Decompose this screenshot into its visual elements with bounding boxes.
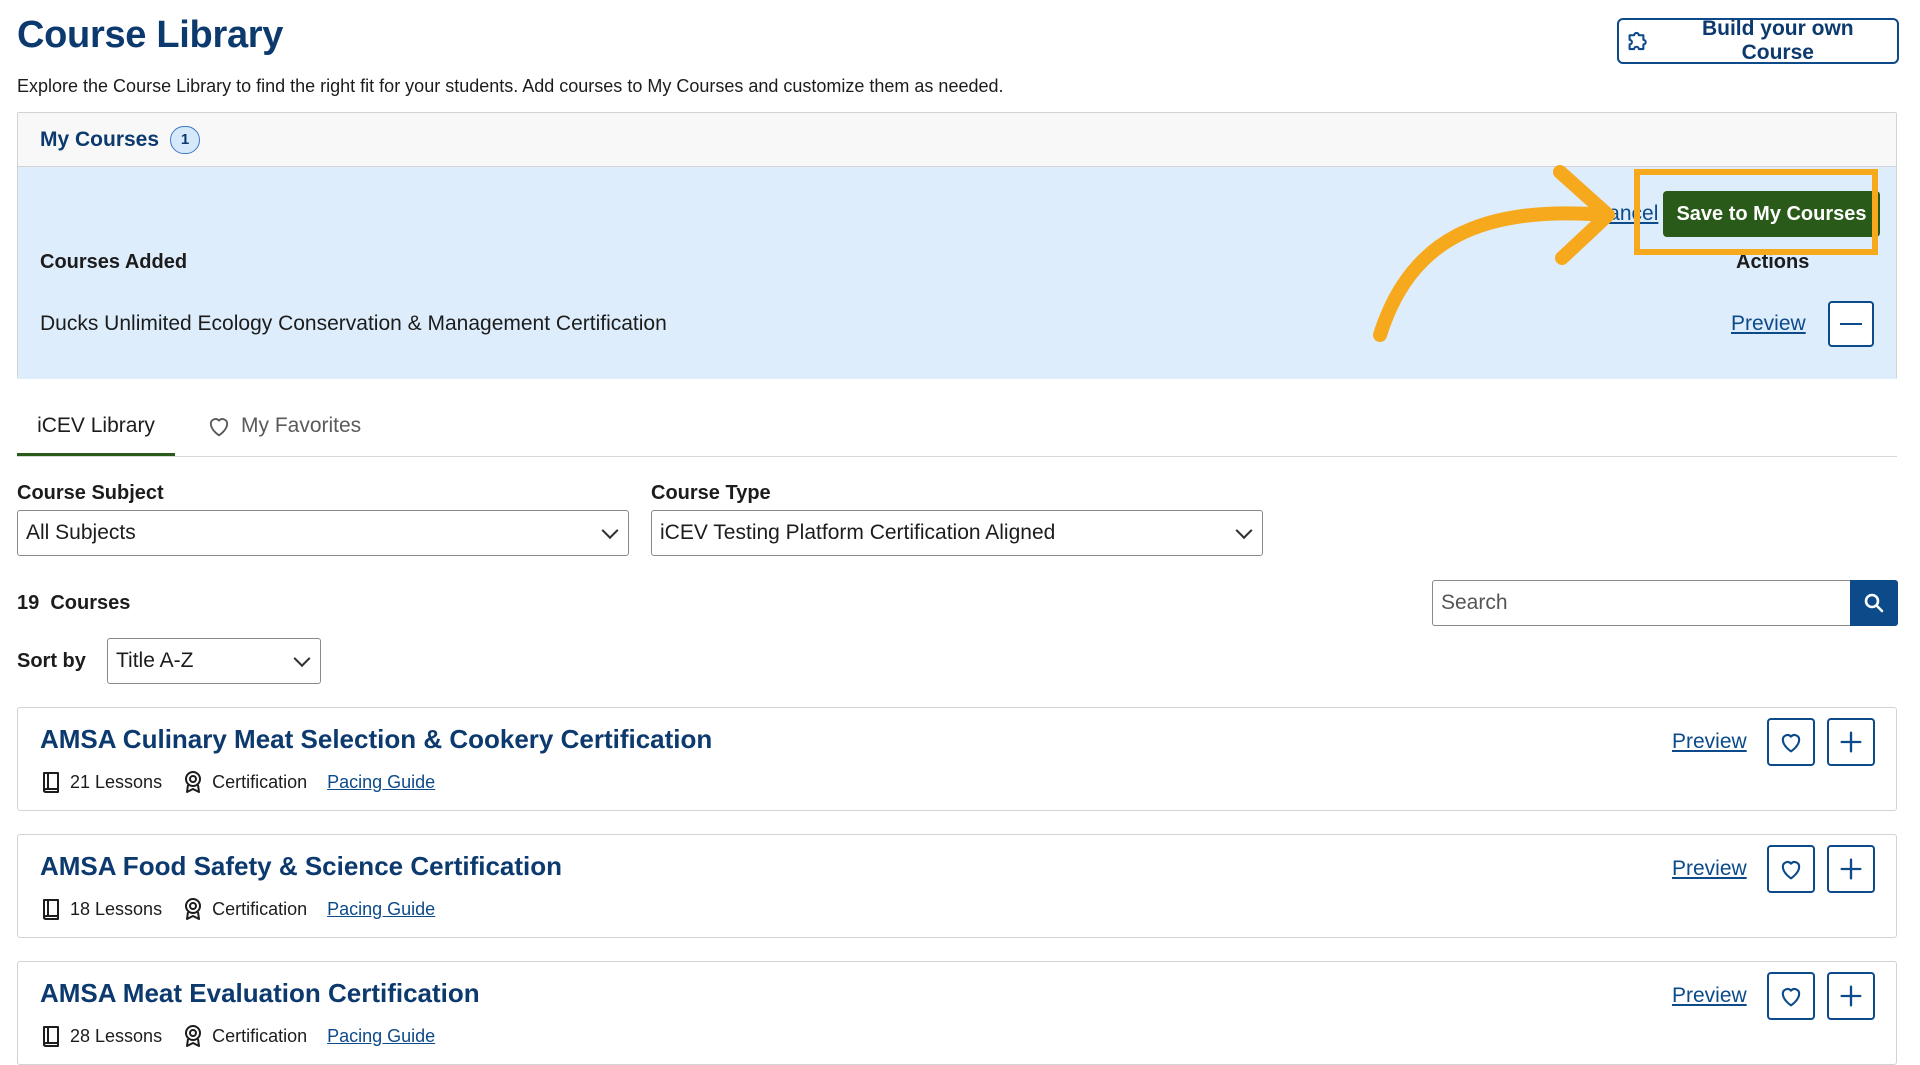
my-courses-body: Cancel Save to My Courses Courses Added …	[18, 167, 1896, 379]
build-course-button[interactable]: Build your own Course	[1617, 17, 1899, 64]
remove-course-button[interactable]	[1828, 301, 1874, 347]
certificate-icon	[185, 1025, 202, 1047]
course-preview-link[interactable]: Preview	[1672, 730, 1747, 754]
search-icon	[1864, 593, 1884, 613]
lessons-count: 21 Lessons	[40, 770, 162, 794]
actions-label: Actions	[1736, 251, 1810, 273]
course-type-value: iCEV Testing Platform Certification Alig…	[660, 521, 1056, 544]
lessons-count: 18 Lessons	[40, 897, 162, 921]
cancel-link[interactable]: Cancel	[1593, 202, 1658, 226]
lessons-count-text: 21 Lessons	[70, 771, 163, 792]
course-card: AMSA Food Safety & Science Certification…	[17, 834, 1897, 938]
build-course-label: Build your own Course	[1701, 17, 1854, 64]
plus-icon	[1840, 858, 1862, 880]
added-course-preview-link[interactable]: Preview	[1731, 312, 1806, 336]
tab-my-favorites-label: My Favorites	[241, 414, 362, 437]
heart-icon	[209, 418, 229, 437]
tab-icev-library-label: iCEV Library	[37, 414, 155, 437]
page-subtitle: Explore the Course Library to find the r…	[17, 76, 1004, 96]
my-courses-panel: My Courses 1 Cancel Save to My Courses C…	[17, 112, 1897, 379]
course-type: Certification	[182, 1024, 307, 1048]
course-type-text: Certification	[212, 898, 308, 919]
my-courses-count-badge: 1	[170, 125, 201, 154]
add-course-button[interactable]	[1827, 845, 1875, 893]
lessons-count: 28 Lessons	[40, 1024, 162, 1048]
library-tabs: iCEV Library My Favorites	[17, 408, 1897, 457]
search-input[interactable]	[1432, 580, 1850, 626]
chevron-down-icon	[293, 650, 311, 668]
course-meta: 21 Lessons Certification Pacing Guide	[40, 770, 435, 794]
course-subject-value: All Subjects	[26, 521, 136, 544]
book-icon	[43, 1026, 59, 1048]
course-type-select[interactable]: iCEV Testing Platform Certification Alig…	[651, 510, 1263, 556]
heart-icon	[1781, 988, 1801, 1007]
plus-icon	[1840, 731, 1862, 753]
course-library-page: Course Library Explore the Course Librar…	[0, 0, 1920, 1065]
save-to-my-courses-button[interactable]: Save to My Courses	[1663, 191, 1880, 237]
my-courses-tab[interactable]: My Courses	[40, 128, 159, 152]
course-type-text: Certification	[212, 1025, 308, 1046]
course-meta: 18 Lessons Certification Pacing Guide	[40, 897, 435, 921]
course-card: AMSA Meat Evaluation Certification 28 Le…	[17, 961, 1897, 1065]
added-course-name: Ducks Unlimited Ecology Conservation & M…	[40, 312, 667, 335]
sort-value: Title A-Z	[116, 649, 194, 672]
course-type-text: Certification	[212, 771, 308, 792]
lessons-count-text: 18 Lessons	[70, 898, 163, 919]
course-meta: 28 Lessons Certification Pacing Guide	[40, 1024, 435, 1048]
certificate-icon	[185, 898, 202, 920]
chevron-down-icon	[601, 522, 619, 540]
favorite-button[interactable]	[1767, 972, 1815, 1020]
puzzle-icon	[1628, 31, 1647, 51]
minus-icon	[1840, 323, 1862, 325]
course-preview-link[interactable]: Preview	[1672, 984, 1747, 1008]
my-courses-header: My Courses 1	[18, 113, 1896, 167]
favorite-button[interactable]	[1767, 845, 1815, 893]
lessons-count-text: 28 Lessons	[70, 1025, 163, 1046]
courses-added-label: Courses Added	[40, 251, 188, 273]
course-subject-label: Course Subject	[17, 482, 164, 504]
search-button[interactable]	[1850, 580, 1898, 626]
course-title-link[interactable]: AMSA Culinary Meat Selection & Cookery C…	[40, 724, 712, 755]
course-type-label: Course Type	[651, 482, 771, 504]
pacing-guide-link[interactable]: Pacing Guide	[327, 899, 435, 920]
add-course-button[interactable]	[1827, 718, 1875, 766]
search-bar	[1432, 580, 1898, 626]
heart-icon	[1781, 734, 1801, 753]
certificate-icon	[185, 771, 202, 793]
course-subject-select[interactable]: All Subjects	[17, 510, 629, 556]
plus-icon	[1840, 985, 1862, 1007]
favorite-button[interactable]	[1767, 718, 1815, 766]
course-title-link[interactable]: AMSA Meat Evaluation Certification	[40, 978, 480, 1009]
course-title-link[interactable]: AMSA Food Safety & Science Certification	[40, 851, 562, 882]
tab-icev-library[interactable]: iCEV Library	[17, 408, 175, 456]
course-count: 19 Courses	[17, 592, 131, 614]
pacing-guide-link[interactable]: Pacing Guide	[327, 772, 435, 793]
course-card: AMSA Culinary Meat Selection & Cookery C…	[17, 707, 1897, 811]
tab-my-favorites[interactable]: My Favorites	[205, 408, 361, 456]
course-type: Certification	[182, 897, 307, 921]
course-type: Certification	[182, 770, 307, 794]
sort-select[interactable]: Title A-Z	[107, 638, 321, 684]
book-icon	[43, 772, 59, 794]
course-preview-link[interactable]: Preview	[1672, 857, 1747, 881]
heart-icon	[1781, 861, 1801, 880]
book-icon	[43, 899, 59, 921]
sort-by-label: Sort by	[17, 650, 86, 672]
page-title: Course Library	[17, 14, 284, 56]
pacing-guide-link[interactable]: Pacing Guide	[327, 1026, 435, 1047]
add-course-button[interactable]	[1827, 972, 1875, 1020]
chevron-down-icon	[1235, 522, 1253, 540]
